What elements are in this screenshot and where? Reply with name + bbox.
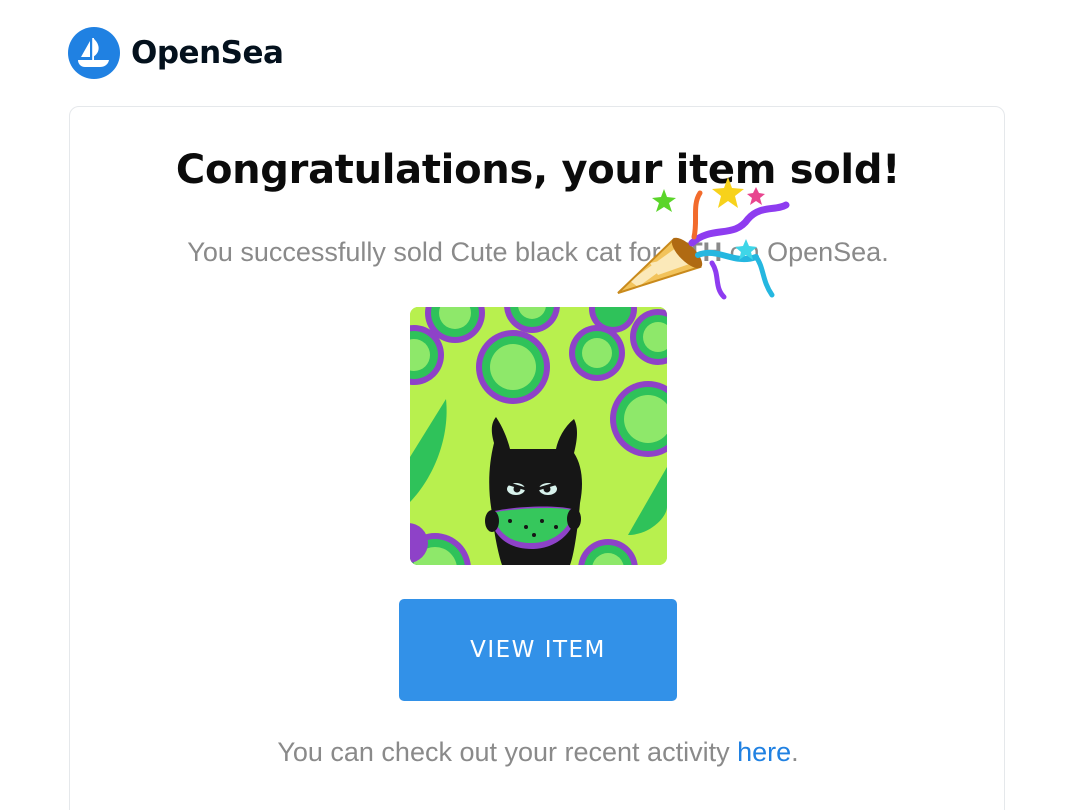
item-image[interactable]: [410, 307, 667, 565]
header: OpenSea: [68, 27, 284, 79]
sale-message-prefix: You successfully sold: [187, 237, 451, 267]
page-title: Congratulations, your item sold!: [175, 147, 901, 193]
activity-message-suffix: .: [791, 737, 799, 767]
view-item-button[interactable]: VIEW ITEM: [399, 599, 677, 701]
party-popper-icon: [617, 177, 790, 300]
sale-message: You successfully sold Cute black cat for…: [70, 237, 1006, 268]
activity-message: You can check out your recent activity h…: [70, 737, 1006, 768]
activity-message-prefix: You can check out your recent activity: [277, 737, 738, 767]
brand-name[interactable]: OpenSea: [131, 35, 284, 71]
opensea-boat-icon[interactable]: [68, 27, 120, 79]
email-page: OpenSea Congratulations, your item sold!…: [0, 0, 1080, 810]
item-name: Cute black cat: [450, 237, 622, 267]
activity-here-link[interactable]: here: [737, 737, 791, 767]
email-card: Congratulations, your item sold! You suc…: [69, 106, 1005, 810]
